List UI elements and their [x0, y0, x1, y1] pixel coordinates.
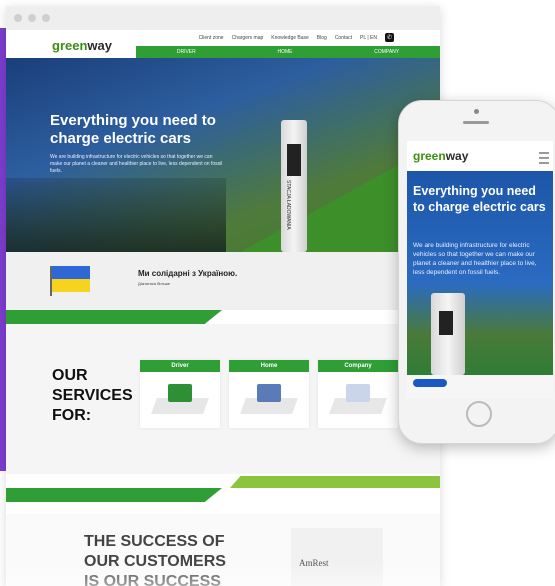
site-header: greenway Client zone Chargers map Knowle… [6, 30, 440, 58]
home-button-icon[interactable] [466, 401, 492, 427]
nav-company[interactable]: COMPANY [374, 49, 399, 55]
nav-blog[interactable]: Blog [317, 35, 327, 41]
nav-home[interactable]: HOME [277, 49, 292, 55]
hero-title: Everything you need to charge electric c… [50, 112, 216, 147]
ukraine-learn-more-link[interactable]: Дізнатися більше [138, 281, 170, 286]
nav-client-zone[interactable]: Client zone [199, 35, 224, 41]
top-nav: Client zone Chargers map Knowledge Base … [199, 33, 394, 42]
window-dot-icon [42, 14, 50, 22]
ukraine-solidarity-banner: Ми солідарні з Україною. Дізнатися більш… [6, 252, 440, 310]
hero-section: Everything you need to charge electric c… [6, 58, 440, 252]
service-card-label: Driver [140, 360, 220, 372]
greenway-logo[interactable]: greenway [52, 38, 112, 53]
mobile-hero-subtitle: We are building infrastructure for elect… [413, 242, 537, 276]
station-label: STACJA ŁADOWANIA [285, 180, 291, 230]
speaker-icon [463, 121, 489, 124]
service-card-company[interactable]: Company [318, 360, 398, 428]
hero-subtitle: We are building infrastructure for elect… [50, 154, 223, 174]
bottom-fade [6, 564, 440, 586]
green-stripes [6, 474, 440, 514]
station-screen [287, 144, 301, 176]
service-card-label: Company [318, 360, 398, 372]
services-section: OUR SERVICES FOR: Driver Home Company [6, 324, 440, 474]
ukraine-flag-icon [50, 266, 90, 296]
nav-contact[interactable]: Contact [335, 35, 352, 41]
language-switch[interactable]: PL | EN [360, 35, 377, 41]
office-building-icon [329, 380, 387, 416]
desktop-browser-mockup: greenway Client zone Chargers map Knowle… [6, 6, 440, 586]
hero-car-image [6, 178, 226, 252]
house-car-icon [240, 380, 298, 416]
mobile-footer-strip [407, 375, 553, 399]
window-dot-icon [14, 14, 22, 22]
nav-knowledge-base[interactable]: Knowledge Base [271, 35, 309, 41]
main-nav: DRIVER HOME COMPANY [136, 46, 440, 58]
mobile-hero: Everything you need to charge electric c… [407, 171, 553, 375]
ukraine-title: Ми солідарні з Україною. [138, 269, 238, 278]
service-card-home[interactable]: Home [229, 360, 309, 428]
website: greenway Client zone Chargers map Knowle… [6, 30, 440, 586]
nav-chargers-map[interactable]: Chargers map [232, 35, 264, 41]
hamburger-menu-icon[interactable] [539, 152, 549, 164]
browser-chrome [6, 6, 440, 30]
phone-icon[interactable]: ✆ [385, 33, 394, 42]
mobile-header: greenway [407, 141, 553, 171]
success-section: THE SUCCESS OF OUR CUSTOMERS IS OUR SUCC… [6, 514, 440, 586]
mobile-screen: greenway Everything you need to charge e… [407, 141, 553, 399]
mobile-hero-title: Everything you need to charge electric c… [413, 184, 546, 214]
service-card-driver[interactable]: Driver [140, 360, 220, 428]
cars-charging-icon [151, 380, 209, 416]
charging-station-image: STACJA ŁADOWANIA [281, 120, 307, 252]
green-divider [6, 310, 440, 324]
nav-driver[interactable]: DRIVER [177, 49, 196, 55]
mobile-greenway-logo[interactable]: greenway [413, 149, 468, 163]
camera-icon [474, 109, 479, 114]
services-title: OUR SERVICES FOR: [52, 367, 133, 424]
mobile-charging-station-image [431, 293, 465, 375]
mobile-phone-mockup: greenway Everything you need to charge e… [398, 100, 555, 444]
service-card-label: Home [229, 360, 309, 372]
window-dot-icon [28, 14, 36, 22]
